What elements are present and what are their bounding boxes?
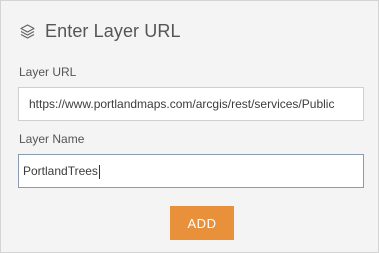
layer-name-label: Layer Name [19, 132, 85, 146]
layer-url-value: https://www.portlandmaps.com/arcgis/rest… [29, 97, 335, 111]
add-button[interactable]: ADD [170, 206, 234, 240]
panel-title: Enter Layer URL [45, 20, 181, 41]
add-layer-panel: Enter Layer URL Layer URL https://www.po… [0, 0, 379, 253]
layer-url-input[interactable]: https://www.portlandmaps.com/arcgis/rest… [18, 87, 364, 121]
layer-name-input[interactable]: PortlandTrees [18, 154, 364, 188]
text-caret [98, 164, 100, 179]
panel-header: Enter Layer URL [19, 19, 181, 43]
layer-name-value: PortlandTrees [23, 164, 98, 178]
layers-icon [19, 23, 36, 40]
layer-url-label: Layer URL [19, 65, 77, 79]
